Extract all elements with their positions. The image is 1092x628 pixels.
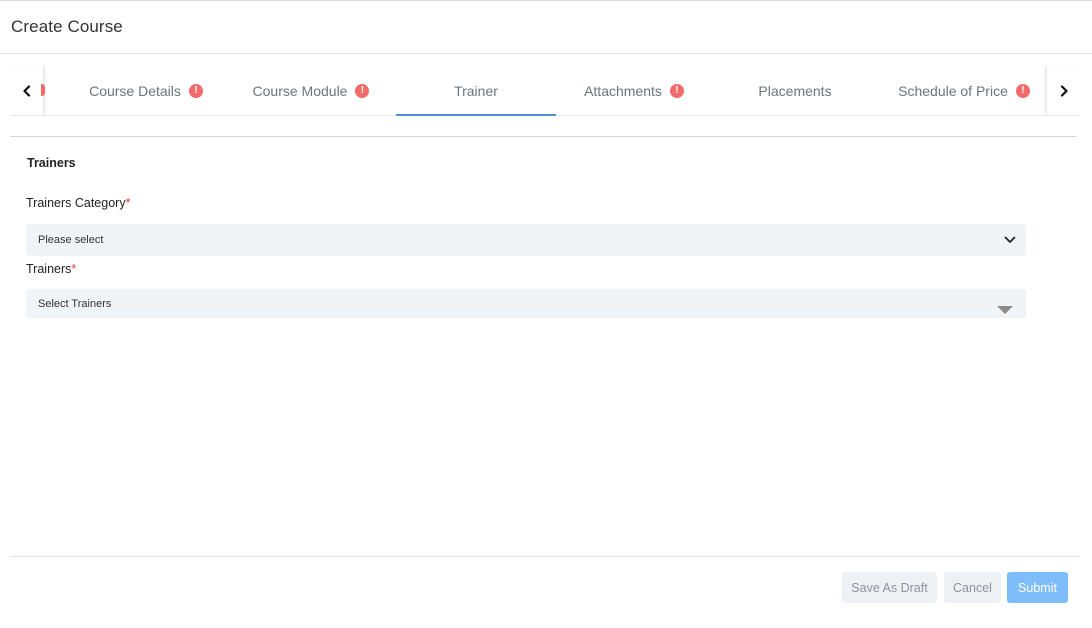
save-as-draft-button[interactable]: Save As Draft <box>842 572 937 603</box>
scroll-right-button[interactable] <box>1046 66 1080 115</box>
tab-schedule-of-price[interactable]: Schedule of Price ! <box>890 66 1038 115</box>
scroll-left-button[interactable] <box>10 66 45 115</box>
tab-label: Course Details <box>89 82 181 99</box>
tab-bar: Course Details ! Course Module ! Trainer… <box>10 66 1080 116</box>
tab-trainer[interactable]: Trainer <box>396 66 556 116</box>
tab-placements[interactable]: Placements <box>730 66 860 115</box>
tab-label: Placements <box>758 82 832 99</box>
tab-label: Trainer <box>454 82 498 99</box>
footer-divider <box>10 556 1080 557</box>
tab-course-details[interactable]: Course Details ! <box>82 66 210 115</box>
warning-icon: ! <box>669 83 684 98</box>
trainers-category-select[interactable]: Please select <box>26 224 1026 256</box>
section-divider <box>10 136 1076 137</box>
modal-header: Create Course <box>0 1 1092 54</box>
submit-button[interactable]: Submit <box>1007 572 1068 603</box>
selected-value: Please select <box>38 234 104 246</box>
chevron-left-icon <box>22 84 30 97</box>
tab-attachments[interactable]: Attachments ! <box>576 66 692 115</box>
required-mark: * <box>125 196 131 210</box>
cancel-button[interactable]: Cancel <box>944 572 1001 603</box>
required-mark: * <box>71 262 77 276</box>
caret-down-icon <box>997 306 1013 314</box>
trainers-multiselect[interactable]: Select Trainers <box>26 289 1026 318</box>
hidden-tab-warning-icon <box>41 84 45 96</box>
tab-course-module[interactable]: Course Module ! <box>246 66 376 115</box>
warning-icon: ! <box>188 83 203 98</box>
section-title: Trainers <box>27 156 76 170</box>
trainers-category-label: Trainers Category* <box>26 196 130 210</box>
label-text: Trainers <box>26 262 72 276</box>
trainers-label: Trainers* <box>26 262 76 276</box>
tab-label: Course Module <box>252 82 348 99</box>
chevron-right-icon <box>1060 84 1068 97</box>
tab-label: Attachments <box>584 82 662 99</box>
warning-icon: ! <box>1015 83 1030 98</box>
selected-value: Select Trainers <box>38 297 112 310</box>
label-text: Trainers Category <box>26 196 126 210</box>
page-title: Create Course <box>11 17 123 36</box>
tab-label: Schedule of Price <box>898 82 1008 99</box>
chevron-down-icon <box>1004 236 1016 243</box>
warning-icon: ! <box>355 83 370 98</box>
